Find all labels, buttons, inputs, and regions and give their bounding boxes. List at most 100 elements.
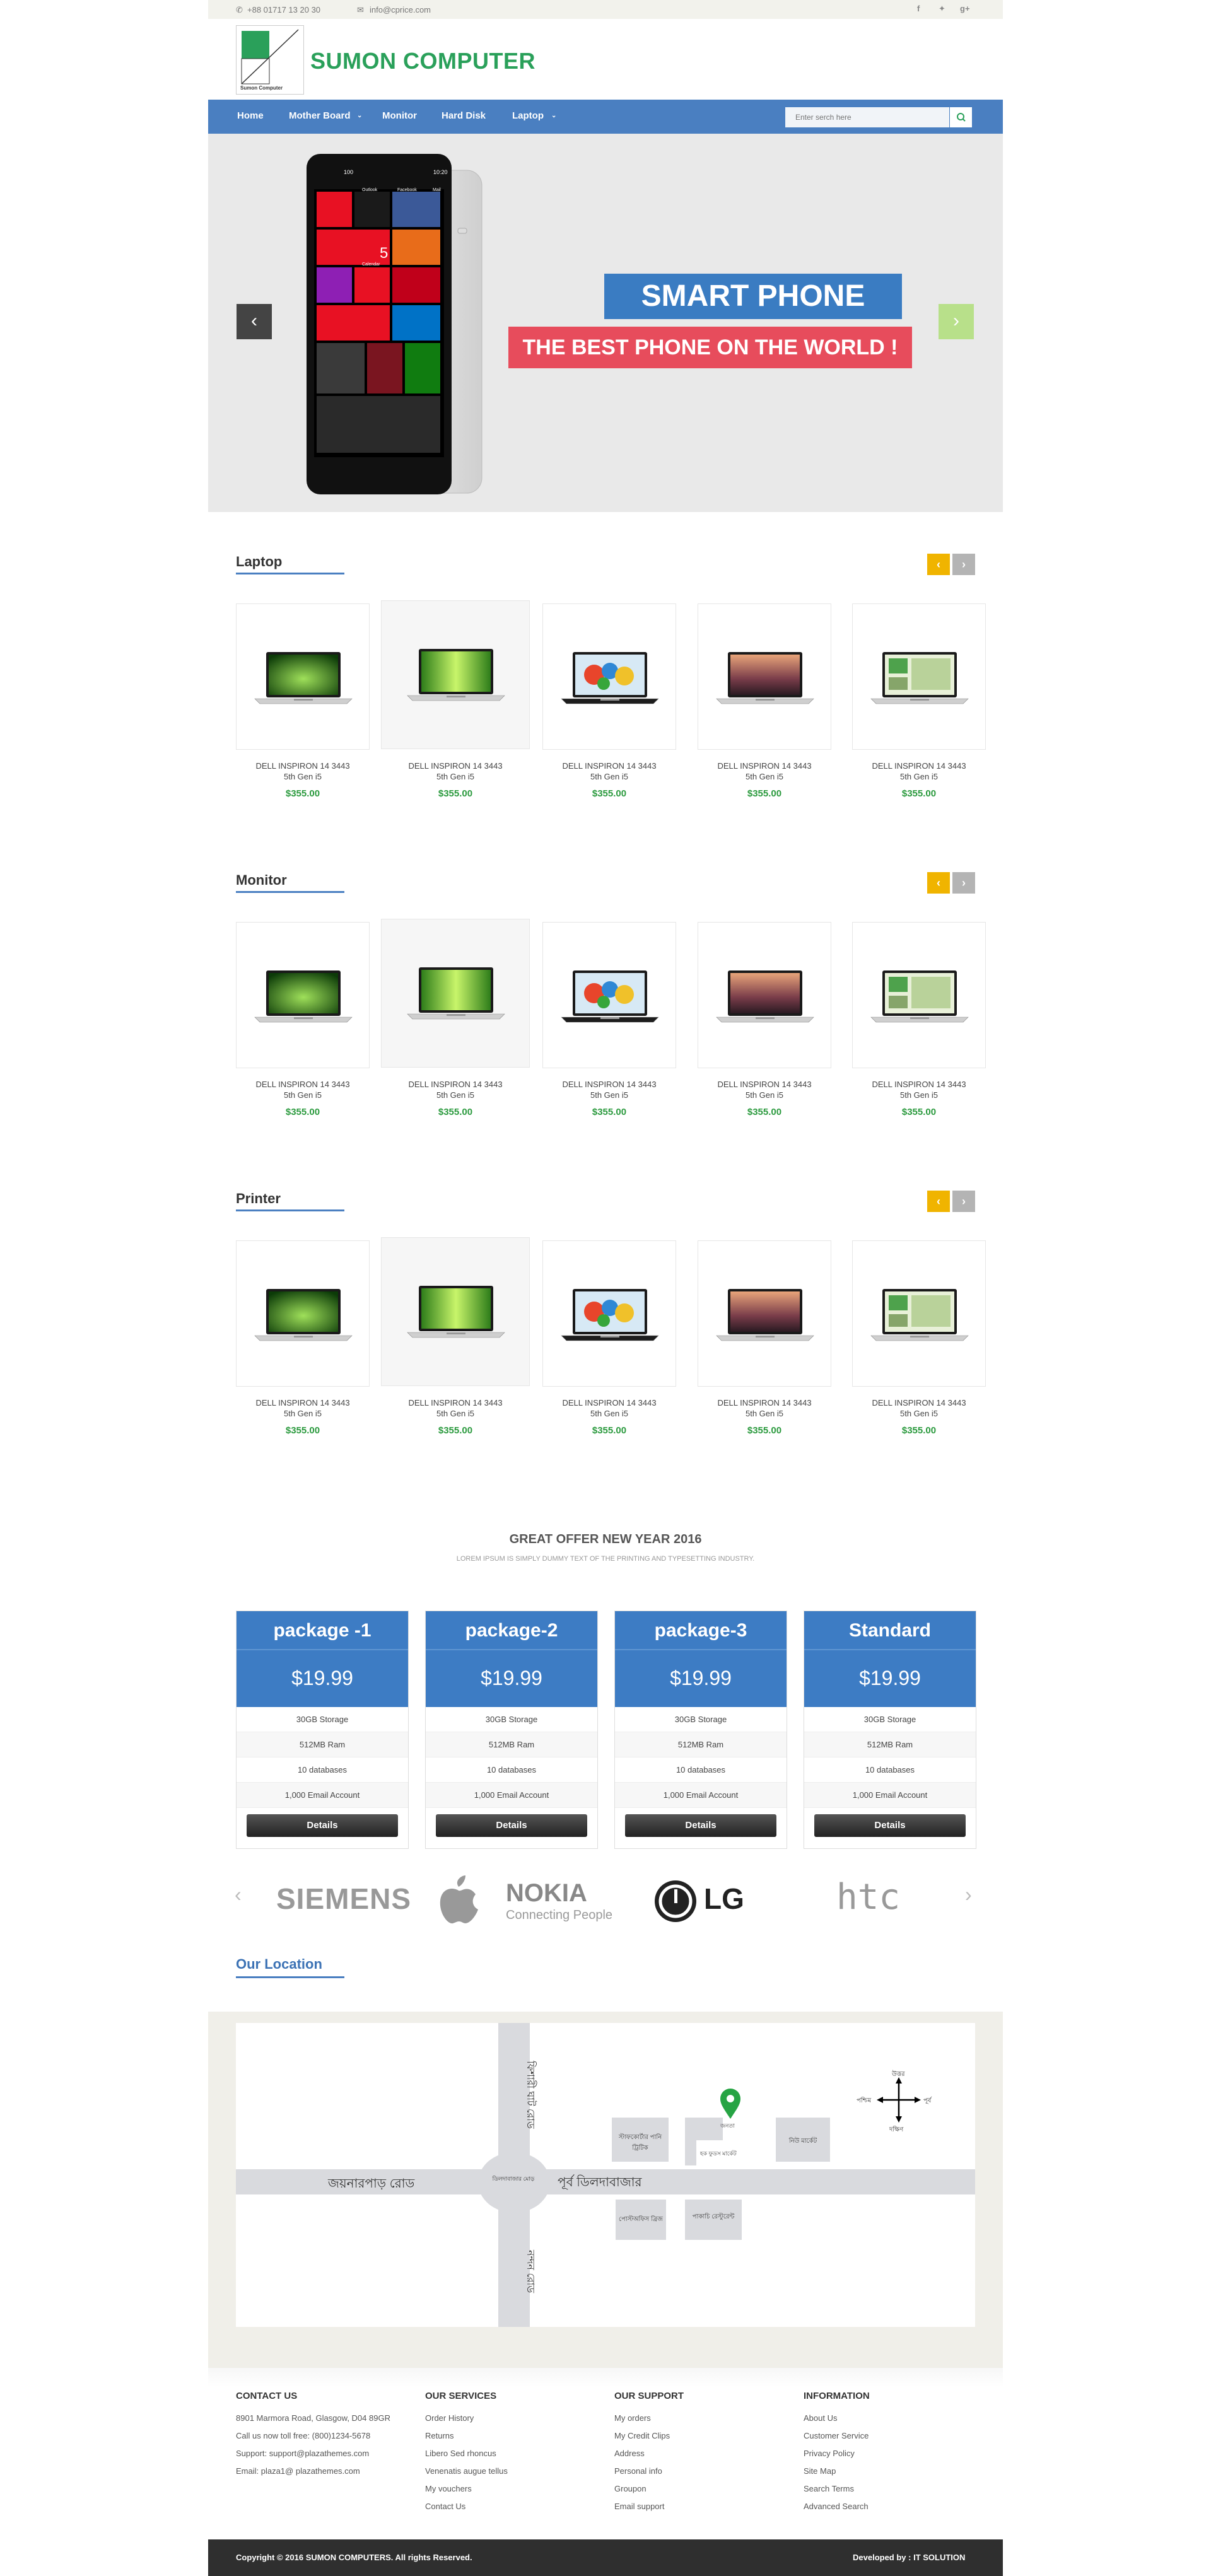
footer-support-item[interactable]: Email support	[614, 2502, 664, 2511]
product-name[interactable]: DELL INSPIRON 14 3443	[542, 1397, 676, 1408]
product-name[interactable]: DELL INSPIRON 14 3443	[698, 761, 831, 771]
phone-tile-mail: Mail	[433, 188, 441, 192]
plan-details-button[interactable]: Details	[247, 1814, 398, 1837]
nav-laptop[interactable]: Laptop	[512, 110, 544, 121]
footer-support-item[interactable]: My Credit Clips	[614, 2431, 670, 2440]
brand-siemens[interactable]: SIEMENS	[276, 1882, 411, 1916]
product-card[interactable]	[542, 922, 676, 1068]
hero-banner: 10:20 100 Outlook Calendar 5 Facebook Ma…	[208, 134, 1003, 512]
laptop-image	[250, 964, 357, 1030]
brand-nokia[interactable]: NOKIA	[506, 1879, 587, 1908]
brand-prev-icon[interactable]: ‹	[235, 1883, 242, 1906]
facebook-icon[interactable]: f	[917, 4, 920, 13]
footer-information-item[interactable]: Search Terms	[804, 2484, 854, 2493]
plan-feature: 30GB Storage	[426, 1707, 597, 1732]
nav-monitor[interactable]: Monitor	[382, 110, 417, 121]
brand-htc[interactable]: htc	[836, 1877, 900, 1918]
carousel-next-button[interactable]: ›	[952, 1191, 975, 1212]
product-card[interactable]	[236, 603, 370, 750]
product-name[interactable]: DELL INSPIRON 14 3443	[389, 1079, 522, 1090]
phone-icon: ✆	[236, 5, 243, 15]
product-price: $355.00	[438, 1107, 473, 1117]
product-card[interactable]	[381, 600, 530, 749]
plan-details-button[interactable]: Details	[814, 1814, 966, 1837]
product-name[interactable]: DELL INSPIRON 14 3443	[852, 1397, 986, 1408]
footer-information-item[interactable]: Customer Service	[804, 2431, 869, 2440]
product-card[interactable]	[698, 922, 831, 1068]
nav-home[interactable]: Home	[237, 110, 264, 121]
product-card[interactable]	[236, 1240, 370, 1387]
plan-details-button[interactable]: Details	[436, 1814, 587, 1837]
product-card[interactable]	[542, 603, 676, 750]
product-name[interactable]: DELL INSPIRON 14 3443	[852, 761, 986, 771]
footer-services-item[interactable]: My vouchers	[425, 2484, 472, 2493]
google-plus-icon[interactable]: g+	[960, 4, 970, 13]
footer-shade	[208, 2368, 1003, 2387]
product-card[interactable]	[236, 922, 370, 1068]
slider-prev-button[interactable]: ‹	[237, 304, 272, 339]
plan-feature: 30GB Storage	[615, 1707, 787, 1732]
product-name[interactable]: DELL INSPIRON 14 3443	[542, 761, 676, 771]
product-name[interactable]: DELL INSPIRON 14 3443	[236, 1079, 370, 1090]
footer-contact-item: 8901 Marmora Road, Glasgow, D04 89GR	[236, 2413, 390, 2423]
plan-header: package-2 $19.99	[426, 1611, 597, 1707]
logo[interactable]: Sumon Computer	[236, 25, 304, 95]
product-card[interactable]	[381, 1237, 530, 1386]
footer-support-item[interactable]: Personal info	[614, 2466, 662, 2476]
map-canvas[interactable]: ডিলদাবাজার মোড় জয়নারপাড় রোড পূর্ব ডিল…	[236, 2023, 975, 2327]
site-title[interactable]: SUMON COMPUTER	[310, 48, 535, 74]
phone-tile-calendar: Calendar	[362, 262, 380, 267]
product-card[interactable]	[852, 603, 986, 750]
brand-lg-icon[interactable]	[653, 1879, 698, 1923]
product-name[interactable]: DELL INSPIRON 14 3443	[852, 1079, 986, 1090]
carousel-prev-button[interactable]: ‹	[927, 1191, 950, 1212]
product-name[interactable]: DELL INSPIRON 14 3443	[236, 1397, 370, 1408]
search-input[interactable]	[785, 107, 949, 127]
product-price: $355.00	[747, 788, 782, 799]
plan-divider	[615, 1649, 787, 1650]
product-name[interactable]: DELL INSPIRON 14 3443	[542, 1079, 676, 1090]
product-section-printer: Printer ‹ › DELL INSPIRON 14 3443 5th Gen i5…	[208, 1149, 1003, 1467]
carousel-next-button[interactable]: ›	[952, 872, 975, 894]
twitter-icon[interactable]: ✦	[939, 4, 945, 14]
product-name[interactable]: DELL INSPIRON 14 3443	[236, 761, 370, 771]
search-button[interactable]	[949, 107, 972, 127]
product-name[interactable]: DELL INSPIRON 14 3443	[698, 1079, 831, 1090]
plan-feature: 10 databases	[615, 1757, 787, 1783]
product-card[interactable]	[852, 922, 986, 1068]
map-marker-icon[interactable]	[719, 2087, 742, 2120]
product-card[interactable]	[381, 919, 530, 1068]
footer-services-item[interactable]: Returns	[425, 2431, 454, 2440]
carousel-next-button[interactable]: ›	[952, 554, 975, 575]
product-card[interactable]	[852, 1240, 986, 1387]
product-name[interactable]: DELL INSPIRON 14 3443	[698, 1397, 831, 1408]
brand-next-icon[interactable]: ›	[965, 1883, 972, 1906]
footer-support-item[interactable]: Address	[614, 2449, 645, 2458]
email-link[interactable]: info@cprice.com	[370, 5, 431, 15]
product-card[interactable]	[542, 1240, 676, 1387]
footer-support-item[interactable]: My orders	[614, 2413, 651, 2423]
footer-information-item[interactable]: Privacy Policy	[804, 2449, 855, 2458]
carousel-prev-button[interactable]: ‹	[927, 554, 950, 575]
footer-information-item[interactable]: About Us	[804, 2413, 837, 2423]
product-card[interactable]	[698, 1240, 831, 1387]
footer-information-item[interactable]: Site Map	[804, 2466, 836, 2476]
plan-details-button[interactable]: Details	[625, 1814, 776, 1837]
carousel-prev-button[interactable]: ‹	[927, 872, 950, 894]
footer-support-item[interactable]: Groupon	[614, 2484, 646, 2493]
product-card[interactable]	[698, 603, 831, 750]
footer-services-item[interactable]: Order History	[425, 2413, 474, 2423]
footer-services-item[interactable]: Venenatis augue tellus	[425, 2466, 508, 2476]
footer-services-item[interactable]: Contact Us	[425, 2502, 465, 2511]
slider-next-button[interactable]: ›	[939, 304, 974, 339]
footer-information-item[interactable]: Advanced Search	[804, 2502, 869, 2511]
footer-services-item[interactable]: Libero Sed rhoncus	[425, 2449, 496, 2458]
brand-lg[interactable]: LG	[704, 1882, 744, 1916]
nav-hard-disk[interactable]: Hard Disk	[442, 110, 486, 121]
plan-divider	[804, 1649, 976, 1650]
product-name[interactable]: DELL INSPIRON 14 3443	[389, 761, 522, 771]
product-spec: 5th Gen i5	[746, 1409, 783, 1418]
brand-apple-icon[interactable]	[436, 1874, 481, 1925]
product-name[interactable]: DELL INSPIRON 14 3443	[389, 1397, 522, 1408]
nav-mother-board[interactable]: Mother Board	[289, 110, 351, 121]
